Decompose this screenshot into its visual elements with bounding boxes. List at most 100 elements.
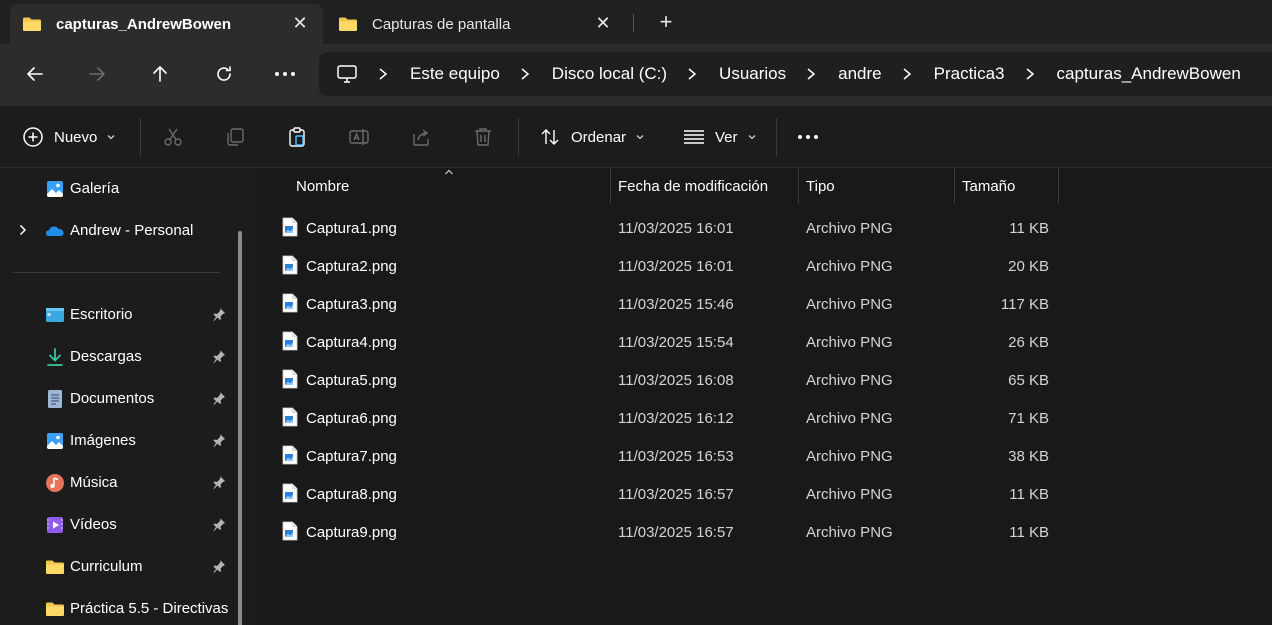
sidebar-item-videos[interactable]: Vídeos bbox=[0, 505, 240, 545]
chevron-right-icon[interactable] bbox=[900, 67, 914, 81]
sidebar-scrollbar[interactable] bbox=[238, 231, 242, 625]
paste-button[interactable] bbox=[286, 121, 308, 153]
arrow-up-icon bbox=[153, 66, 167, 82]
pin-icon[interactable] bbox=[212, 391, 226, 405]
png-file-icon bbox=[282, 217, 298, 237]
file-modified-date: 11/03/2025 16:57 bbox=[618, 486, 734, 503]
file-modified-date: 11/03/2025 16:08 bbox=[618, 372, 734, 389]
cut-button[interactable] bbox=[162, 121, 184, 153]
png-file-icon bbox=[282, 407, 298, 427]
file-row[interactable]: Captura3.png 11/03/2025 15:46 Archivo PN… bbox=[272, 285, 1060, 323]
file-row[interactable]: Captura4.png 11/03/2025 15:54 Archivo PN… bbox=[272, 323, 1060, 361]
file-row[interactable]: Captura2.png 11/03/2025 16:01 Archivo PN… bbox=[272, 247, 1060, 285]
file-row[interactable]: Captura1.png 11/03/2025 16:01 Archivo PN… bbox=[272, 209, 1060, 247]
view-button[interactable]: Ver bbox=[683, 121, 757, 153]
file-name: Captura5.png bbox=[306, 372, 397, 389]
download-icon bbox=[47, 348, 63, 366]
file-name: Captura2.png bbox=[306, 258, 397, 275]
up-button[interactable] bbox=[142, 56, 178, 92]
file-name: Captura3.png bbox=[306, 296, 397, 313]
column-header-date[interactable]: Fecha de modificación bbox=[611, 168, 798, 204]
column-divider[interactable] bbox=[1058, 168, 1059, 204]
column-header-type[interactable]: Tipo bbox=[799, 168, 954, 204]
file-type: Archivo PNG bbox=[806, 258, 893, 275]
chevron-right-icon[interactable] bbox=[1023, 67, 1037, 81]
sidebar-item-imagenes[interactable]: Imágenes bbox=[0, 421, 240, 461]
file-type: Archivo PNG bbox=[806, 220, 893, 237]
sidebar-item-galeria[interactable]: Galería bbox=[0, 169, 240, 209]
sidebar-item-label: Música bbox=[70, 474, 118, 491]
chevron-down-icon bbox=[748, 135, 755, 140]
file-type: Archivo PNG bbox=[806, 448, 893, 465]
title-bar: capturas_AndrewBowen ✕ Capturas de panta… bbox=[0, 0, 1272, 44]
address-bar[interactable]: Este equipo Disco local (C:) Usuarios an… bbox=[319, 52, 1272, 96]
column-header-name[interactable]: Nombre bbox=[256, 168, 610, 204]
pin-icon[interactable] bbox=[212, 517, 226, 531]
music-icon bbox=[46, 474, 64, 492]
chevron-right-icon[interactable] bbox=[518, 67, 532, 81]
sidebar-item-andrew-personal[interactable]: Andrew - Personal bbox=[0, 211, 240, 251]
breadcrumb-capturas-andrewbowen[interactable]: capturas_AndrewBowen bbox=[1057, 64, 1241, 84]
delete-button[interactable] bbox=[472, 121, 494, 153]
file-name: Captura6.png bbox=[306, 410, 397, 427]
breadcrumb-andre[interactable]: andre bbox=[838, 64, 881, 84]
trash-icon bbox=[475, 128, 491, 146]
view-button-label: Ver bbox=[715, 128, 738, 146]
refresh-button[interactable] bbox=[206, 56, 242, 92]
sidebar-item-documentos[interactable]: Documentos bbox=[0, 379, 240, 419]
plus-circle-icon bbox=[23, 127, 43, 147]
chevron-right-icon[interactable] bbox=[804, 67, 818, 81]
new-tab-button[interactable]: + bbox=[654, 10, 678, 34]
pin-icon[interactable] bbox=[212, 475, 226, 489]
tab-capturas-andrewbowen[interactable]: capturas_AndrewBowen ✕ bbox=[10, 4, 323, 44]
navigation-bar: Este equipo Disco local (C:) Usuarios an… bbox=[0, 44, 1272, 106]
file-modified-date: 11/03/2025 15:54 bbox=[618, 334, 734, 351]
sort-icon bbox=[541, 129, 559, 145]
more-options-button[interactable] bbox=[797, 121, 819, 153]
arrow-right-icon bbox=[89, 67, 105, 81]
file-row[interactable]: Captura9.png 11/03/2025 16:57 Archivo PN… bbox=[272, 513, 1060, 551]
column-header-size[interactable]: Tamaño bbox=[955, 168, 1058, 204]
sidebar-item-curriculum[interactable]: Curriculum bbox=[0, 547, 240, 587]
back-button[interactable] bbox=[17, 56, 53, 92]
new-button[interactable]: Nuevo bbox=[22, 121, 116, 153]
sidebar-item-descargas[interactable]: Descargas bbox=[0, 337, 240, 377]
pin-icon[interactable] bbox=[212, 433, 226, 447]
breadcrumb-practica3[interactable]: Practica3 bbox=[934, 64, 1005, 84]
file-modified-date: 11/03/2025 16:57 bbox=[618, 524, 734, 541]
pin-icon[interactable] bbox=[212, 349, 226, 363]
rename-button[interactable] bbox=[348, 121, 370, 153]
forward-button[interactable] bbox=[79, 56, 115, 92]
chevron-right-icon[interactable] bbox=[17, 224, 29, 236]
file-row[interactable]: Captura5.png 11/03/2025 16:08 Archivo PN… bbox=[272, 361, 1060, 399]
tab-capturas-de-pantalla[interactable]: Capturas de pantalla ✕ bbox=[326, 4, 626, 44]
breadcrumb-usuarios[interactable]: Usuarios bbox=[719, 64, 786, 84]
file-row[interactable]: Captura6.png 11/03/2025 16:12 Archivo PN… bbox=[272, 399, 1060, 437]
copy-button[interactable] bbox=[224, 121, 246, 153]
close-tab-icon[interactable]: ✕ bbox=[291, 14, 309, 32]
sidebar-item-practica-5-5[interactable]: Práctica 5.5 - Directivas bbox=[0, 589, 240, 625]
pin-icon[interactable] bbox=[212, 307, 226, 321]
sidebar-item-musica[interactable]: Música bbox=[0, 463, 240, 503]
chevron-right-icon[interactable] bbox=[685, 67, 699, 81]
breadcrumb-este-equipo[interactable]: Este equipo bbox=[410, 64, 500, 84]
file-size: 117 KB bbox=[1000, 296, 1049, 313]
share-button[interactable] bbox=[410, 121, 432, 153]
file-row[interactable]: Captura7.png 11/03/2025 16:53 Archivo PN… bbox=[272, 437, 1060, 475]
more-nav-button[interactable] bbox=[267, 56, 303, 92]
sort-button[interactable]: Ordenar bbox=[539, 121, 645, 153]
close-tab-icon[interactable]: ✕ bbox=[594, 14, 612, 32]
breadcrumb-disco-local[interactable]: Disco local (C:) bbox=[552, 64, 667, 84]
png-file-icon bbox=[282, 255, 298, 275]
file-size: 26 KB bbox=[1008, 334, 1049, 351]
pin-icon[interactable] bbox=[212, 559, 226, 573]
scissors-icon bbox=[164, 128, 182, 146]
computer-icon bbox=[337, 65, 357, 83]
file-type: Archivo PNG bbox=[806, 524, 893, 541]
onedrive-cloud-icon bbox=[46, 226, 64, 236]
sidebar-item-escritorio[interactable]: Escritorio bbox=[0, 295, 240, 335]
navigation-pane: Galería Andrew - Personal Escritorio Des… bbox=[0, 168, 256, 625]
copy-icon bbox=[227, 128, 244, 146]
file-row[interactable]: Captura8.png 11/03/2025 16:57 Archivo PN… bbox=[272, 475, 1060, 513]
new-button-label: Nuevo bbox=[54, 128, 98, 146]
